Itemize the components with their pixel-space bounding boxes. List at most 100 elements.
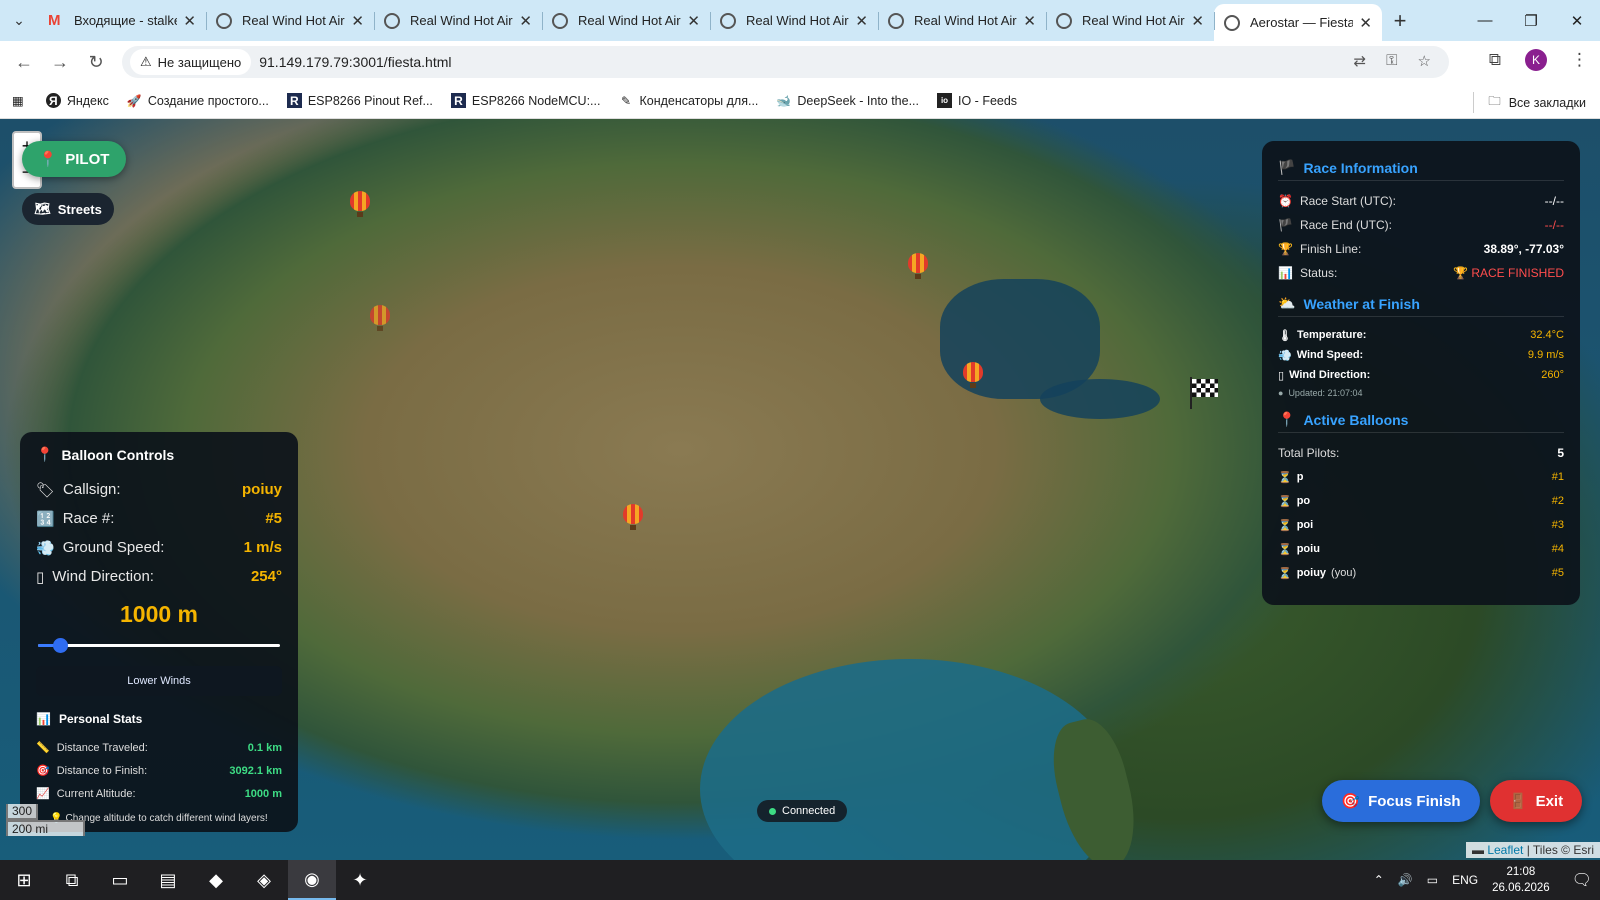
browser-tab[interactable]: Real Wind Hot Air ✕	[878, 4, 1046, 37]
forward-button[interactable]: →	[42, 52, 78, 73]
bookmarks-bar: ▦ Я Яндекс 🚀 Создание простого... R ESP8266…	[0, 83, 1600, 119]
hot-air-balloon-icon[interactable]	[908, 253, 928, 279]
close-icon[interactable]: ✕	[1359, 14, 1372, 32]
pilot-list-item[interactable]: ⏳ poiu #4	[1278, 537, 1564, 561]
avatar[interactable]: K	[1525, 49, 1547, 71]
focus-finish-button[interactable]: 🎯 Focus Finish	[1322, 780, 1480, 822]
chevron-up-icon[interactable]: ⌃	[1374, 873, 1384, 887]
menu-icon[interactable]: ⋮	[1571, 50, 1588, 70]
callsign-label: Callsign:	[63, 481, 121, 498]
notepad-icon[interactable]: ▤	[144, 860, 192, 900]
reload-button[interactable]: ↻	[78, 52, 114, 73]
finish-line-value: 38.89°, -77.03°	[1483, 242, 1564, 256]
close-icon[interactable]: ✕	[1191, 12, 1204, 30]
restore-button[interactable]: ❐	[1508, 0, 1554, 41]
globe-icon	[216, 12, 232, 29]
bookmark-item[interactable]: R ESP8266 Pinout Ref...	[286, 93, 433, 108]
apps-icon[interactable]: ▦	[12, 93, 24, 108]
compass-icon: ▯	[1278, 369, 1285, 382]
altitude-slider[interactable]	[38, 636, 280, 654]
hot-air-balloon-icon[interactable]	[623, 504, 643, 530]
close-icon[interactable]: ✕	[855, 12, 868, 30]
bookmark-item[interactable]: io IO - Feeds	[937, 93, 1017, 108]
close-window-button[interactable]: ✕	[1554, 0, 1600, 41]
clock[interactable]: 21:08 26.06.2026	[1492, 864, 1550, 896]
satellite-map[interactable]: +− 📍PILOT 🗺Streets 📍Balloon Controls 🏷Ca…	[0, 119, 1600, 860]
alarm-clock-icon: ⏰	[1278, 194, 1293, 208]
url-text[interactable]: 91.149.179.79:3001/fiesta.html	[259, 54, 451, 70]
hot-air-balloon-icon[interactable]	[350, 191, 370, 217]
globe-icon	[1056, 12, 1072, 29]
leaflet-link[interactable]: Leaflet	[1487, 843, 1523, 857]
pilot-list-item[interactable]: ⏳ p #1	[1278, 465, 1564, 489]
checkered-flag-icon[interactable]	[1188, 377, 1220, 409]
map-pin-icon: 📍	[1278, 411, 1296, 427]
balloon-controls-panel: 📍 Balloon Controls 🏷 Callsign: poiuy 🔢 Race …	[20, 432, 298, 832]
pilot-name: poiu	[1296, 543, 1320, 555]
close-icon[interactable]: ✕	[519, 12, 532, 30]
chrome-icon[interactable]: ◉	[288, 860, 336, 900]
weather-title-text: Weather at Finish	[1303, 295, 1420, 312]
terminal-icon[interactable]: ▭	[96, 860, 144, 900]
compass-icon: ▯	[36, 568, 45, 586]
git-icon[interactable]: ◈	[240, 860, 288, 900]
translate-icon[interactable]: ⇄	[1354, 52, 1367, 70]
race-info-title-text: Race Information	[1303, 159, 1418, 176]
minimize-button[interactable]: —	[1462, 0, 1508, 41]
tab-search-button[interactable]: ⌄	[0, 0, 38, 41]
finish-wind-direction-value: 260°	[1541, 369, 1564, 381]
browser-tab[interactable]: Real Wind Hot Air ✕	[542, 4, 710, 37]
streets-layer-button[interactable]: 🗺 Streets	[22, 193, 114, 225]
browser-tab[interactable]: M Входящие - stalke ✕	[38, 4, 206, 37]
pilot-list-item[interactable]: ⏳ po #2	[1278, 489, 1564, 513]
pilot-name: po	[1296, 495, 1311, 507]
flag-icon: ▬	[1471, 843, 1484, 857]
browser-tab[interactable]: Real Wind Hot Air ✕	[1046, 4, 1214, 37]
temperature-row: 🌡 Temperature: 32.4°C	[1278, 325, 1564, 345]
race-end-value: --/--	[1544, 218, 1564, 232]
exit-button[interactable]: 🚪 Exit	[1490, 780, 1582, 822]
status-label: Status:	[1299, 266, 1338, 280]
security-chip[interactable]: ⚠ Не защищено	[130, 49, 252, 75]
back-button[interactable]: ←	[6, 52, 42, 73]
extensions-icon[interactable]: ⧉	[1489, 50, 1501, 70]
start-icon[interactable]: ⊞	[0, 860, 48, 900]
bookmark-item[interactable]: Я Яндекс	[45, 93, 109, 108]
close-icon[interactable]: ✕	[183, 12, 196, 30]
close-icon[interactable]: ✕	[1023, 12, 1036, 30]
address-bar[interactable]: ⚠ Не защищено 91.149.179.79:3001/fiesta.h…	[122, 46, 1449, 78]
pilot-list-item[interactable]: ⏳ poi #3	[1278, 513, 1564, 537]
all-bookmarks-button[interactable]: 🗀 Все закладки	[1473, 92, 1586, 113]
close-icon[interactable]: ✕	[351, 12, 364, 30]
trophy-icon: 🏆	[1453, 266, 1468, 280]
hot-air-balloon-icon[interactable]	[370, 305, 390, 331]
language-indicator[interactable]: ENG	[1452, 873, 1478, 887]
pilot-list-item-self[interactable]: ⏳ poiuy (you) #5	[1278, 561, 1564, 585]
volume-icon[interactable]: 🔊	[1398, 873, 1413, 887]
altitude-display: 1000 m	[119, 601, 198, 627]
bookmark-item[interactable]: R ESP8266 NodeMCU:...	[450, 93, 600, 108]
star-icon[interactable]: ☆	[1418, 52, 1431, 70]
slider-thumb[interactable]	[52, 638, 68, 653]
key-icon[interactable]: ⚿	[1386, 52, 1397, 70]
close-icon[interactable]: ✕	[687, 12, 700, 30]
status-dot-icon	[769, 807, 776, 815]
hot-air-balloon-icon[interactable]	[963, 362, 983, 388]
clock-time: 21:08	[1506, 866, 1536, 878]
bookmark-item[interactable]: ✎ Конденсаторы для...	[618, 93, 758, 108]
browser-tab[interactable]: Real Wind Hot Air ✕	[710, 4, 878, 37]
battery-icon[interactable]: ▭	[1427, 873, 1438, 887]
task-view-icon[interactable]: ⧉	[48, 860, 96, 900]
notification-icon[interactable]: 🗨	[1572, 870, 1592, 890]
browser-tab-active[interactable]: Aerostar — Fiesta ✕	[1214, 4, 1382, 41]
new-tab-button[interactable]: +	[1382, 4, 1418, 37]
browser-tab[interactable]: Real Wind Hot Air ✕	[374, 4, 542, 37]
bookmark-item[interactable]: 🚀 Создание простого...	[127, 93, 269, 108]
pilot-button[interactable]: 📍 PILOT	[22, 141, 126, 177]
app-icon[interactable]: ✦	[336, 860, 384, 900]
eraser-icon[interactable]: ◆	[192, 860, 240, 900]
tab-strip: ⌄ M Входящие - stalke ✕ Real Wind Hot Air ✕…	[0, 0, 1600, 41]
browser-tab[interactable]: Real Wind Hot Air ✕	[206, 4, 374, 37]
hourglass-icon: ⏳	[1278, 567, 1292, 580]
bookmark-item[interactable]: 🐋 DeepSeek - Into the...	[776, 93, 919, 108]
